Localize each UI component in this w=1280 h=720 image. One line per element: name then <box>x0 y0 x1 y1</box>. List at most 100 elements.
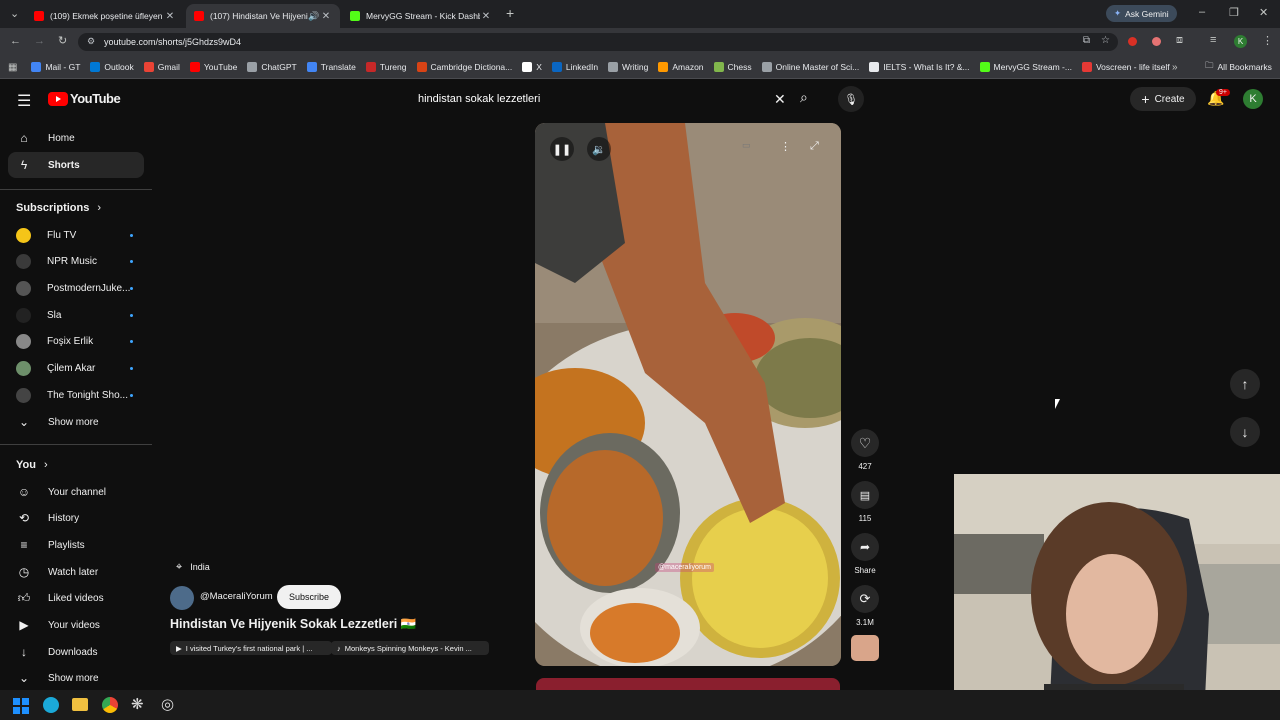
bookmark-item[interactable]: Mail - GT <box>31 62 80 72</box>
windows-start-icon[interactable] <box>13 698 29 714</box>
bookmark-item[interactable]: Gmail <box>143 62 180 72</box>
bookmark-item[interactable]: Translate <box>306 62 356 72</box>
more-options-icon[interactable]: ⋮ <box>780 140 791 153</box>
apps-grid-icon[interactable]: ▦ <box>8 62 17 73</box>
speaker-icon[interactable]: 🔊 <box>308 11 320 22</box>
sidebar-item-your-channel[interactable]: ☺ Your channel <box>8 479 144 505</box>
bookmark-item[interactable]: MervyGG Stream -... <box>979 62 1072 72</box>
extension-red-icon[interactable] <box>1128 37 1137 46</box>
bookmark-item[interactable]: YouTube <box>189 62 237 72</box>
subscription-item[interactable]: PostmodernJuke... <box>8 276 144 300</box>
new-tab-plus-icon[interactable]: + <box>506 5 514 21</box>
close-window-icon[interactable]: ✕ <box>1259 6 1268 19</box>
bookmark-star-icon[interactable]: ☆ <box>1101 35 1110 46</box>
sidebar-item-playlists[interactable]: ≡ Playlists <box>8 532 144 558</box>
back-arrow-icon[interactable]: ← <box>10 35 21 47</box>
subscribe-button[interactable]: Subscribe <box>277 585 341 609</box>
site-info-icon[interactable]: ⚙ <box>87 36 95 47</box>
bookmark-item[interactable]: Online Master of Sci... <box>761 62 859 72</box>
bookmark-item[interactable]: Voscreen - life itself <box>1081 62 1170 72</box>
subscription-item[interactable]: NPR Music <box>8 250 144 274</box>
bookmark-item[interactable]: ChatGPT <box>247 62 297 72</box>
you-header[interactable]: You › <box>16 459 48 471</box>
maximize-icon[interactable]: ❐ <box>1229 6 1239 19</box>
voice-search-mic-icon[interactable]: 🎙 <box>838 86 864 112</box>
all-bookmarks-button[interactable]: 🗀 All Bookmarks <box>1205 60 1272 74</box>
bookmark-item[interactable]: Chess <box>713 62 752 72</box>
reload-icon[interactable]: ↻ <box>58 34 67 47</box>
subscriptions-header[interactable]: Subscriptions › <box>16 202 101 214</box>
share-button[interactable]: ➦ <box>851 533 879 561</box>
browser-tab-2[interactable]: (107) Hindistan Ve Hijyenik 🔊 ✕ <box>186 4 340 28</box>
volume-icon[interactable]: 🔉 <box>587 137 611 161</box>
install-app-icon[interactable]: ⧉ <box>1083 35 1090 46</box>
subscription-item[interactable]: Sla <box>8 303 144 327</box>
create-button[interactable]: + Create <box>1130 87 1196 111</box>
sidebar-item-your-videos[interactable]: ▶ Your videos <box>8 612 144 638</box>
bookmark-item[interactable]: Writing <box>608 62 648 72</box>
extension-pink-icon[interactable] <box>1152 37 1161 46</box>
forward-arrow-icon[interactable]: → <box>34 35 45 47</box>
next-short-down-arrow-icon[interactable]: ↓ <box>1230 417 1260 447</box>
youtube-logo[interactable]: YouTube <box>48 91 121 106</box>
chrome-menu-icon[interactable]: ⋮ <box>1262 34 1273 47</box>
close-tab-icon[interactable]: ✕ <box>480 11 492 22</box>
close-tab-icon[interactable]: ✕ <box>320 11 332 22</box>
bookmark-item[interactable]: Cambridge Dictiona... <box>416 62 512 72</box>
captions-icon[interactable]: ▭ <box>742 140 751 151</box>
browser-tab-3[interactable]: MervyGG Stream - Kick Dashbo ✕ <box>342 4 500 28</box>
sidebar-item-home[interactable]: ⌂ Home <box>8 125 144 151</box>
bookmark-item[interactable]: Outlook <box>90 62 134 72</box>
close-tab-icon[interactable]: ✕ <box>164 11 176 22</box>
bookmark-item[interactable]: IELTS - What Is It? &... <box>869 62 970 72</box>
subscription-item[interactable]: Flu TV <box>8 223 144 247</box>
remix-button[interactable]: ⟳ <box>851 585 879 613</box>
media-controls-icon[interactable]: ≡ <box>1210 34 1216 46</box>
clear-search-icon[interactable]: ✕ <box>774 91 786 108</box>
pause-icon[interactable]: ❚❚ <box>550 137 574 161</box>
like-button[interactable]: ♡ <box>851 429 879 457</box>
location-chip[interactable]: ⌖ India <box>170 558 210 576</box>
minimize-icon[interactable]: – <box>1199 6 1205 18</box>
subscription-item[interactable]: Foşix Erlik <box>8 330 144 354</box>
address-bar[interactable]: ⚙ youtube.com/shorts/j5Ghdzs9wD4 ⧉ ☆ <box>78 33 1118 51</box>
sidebar-item-liked-videos[interactable]: 👍︎ Liked videos <box>8 585 144 611</box>
search-icon[interactable]: ⌕ <box>800 89 808 106</box>
more-bookmarks-icon[interactable]: » <box>1172 62 1178 73</box>
account-avatar[interactable]: K <box>1243 89 1263 109</box>
previous-short-up-arrow-icon[interactable]: ↑ <box>1230 369 1260 399</box>
edge-browser-icon[interactable] <box>43 697 59 713</box>
chatgpt-taskbar-icon[interactable]: ❋ <box>131 695 144 713</box>
search-input[interactable]: hindistan sokak lezzetleri <box>418 93 540 105</box>
profile-avatar[interactable]: K <box>1234 35 1247 48</box>
related-video-chip[interactable]: ▶ I visited Turkey's first national park… <box>170 641 332 655</box>
sidebar-item-shorts[interactable]: ϟ Shorts <box>8 152 144 178</box>
short-video-player[interactable]: @maceraliyorum <box>535 123 841 666</box>
tab-search-chevron-icon[interactable]: ⌄ <box>10 7 19 20</box>
hamburger-menu-icon[interactable]: ☰ <box>17 91 31 111</box>
bookmark-item[interactable]: X <box>522 62 542 72</box>
sidebar-item-history[interactable]: ⟲ History <box>8 505 144 531</box>
subscription-item[interactable]: Çilem Akar <box>8 357 144 381</box>
obs-taskbar-icon[interactable]: ◎ <box>161 695 174 713</box>
bookmark-item[interactable]: Tureng <box>365 62 407 72</box>
fullscreen-icon[interactable]: ⤢ <box>810 140 819 153</box>
sidebar-item-downloads[interactable]: ↓ Downloads <box>8 639 144 665</box>
bookmark-item[interactable]: LinkedIn <box>551 62 598 72</box>
sound-thumbnail[interactable] <box>851 635 879 661</box>
comments-button[interactable]: ▤ <box>851 481 879 509</box>
next-short-preview[interactable] <box>536 678 840 690</box>
subscription-item[interactable]: The Tonight Sho... <box>8 383 144 407</box>
you-show-more[interactable]: ⌄ Show more <box>8 665 144 691</box>
search-box[interactable]: hindistan sokak lezzetleri <box>406 86 826 112</box>
subscriptions-show-more[interactable]: ⌄ Show more <box>8 409 144 435</box>
sidebar-item-watch-later[interactable]: ◷ Watch later <box>8 559 144 585</box>
extensions-puzzle-icon[interactable]: ⧈ <box>1176 34 1183 47</box>
audio-track-chip[interactable]: ♪ Monkeys Spinning Monkeys - Kevin ... <box>331 641 489 655</box>
ask-gemini-button[interactable]: ✦ Ask Gemini <box>1106 5 1177 22</box>
browser-tab-1[interactable]: (109) Ekmek poşetine üfleyen d ✕ <box>26 4 184 28</box>
channel-name[interactable]: @MaceraliYorum <box>200 591 273 602</box>
chrome-taskbar-icon[interactable] <box>102 697 118 713</box>
bookmark-item[interactable]: Amazon <box>658 62 704 72</box>
channel-avatar[interactable] <box>170 586 194 610</box>
